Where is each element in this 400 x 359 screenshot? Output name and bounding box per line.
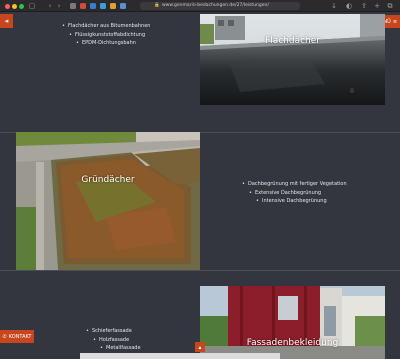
kontakt-button[interactable]: ✆ KONTAKT xyxy=(0,330,34,343)
back-button[interactable]: ◂ xyxy=(0,14,13,28)
back-arrow-icon[interactable]: ‹ xyxy=(46,2,54,10)
minimize-window-button[interactable] xyxy=(12,3,17,9)
list-item: Holzfassade xyxy=(93,336,141,345)
hamburger-icon: ≡ xyxy=(392,18,398,25)
favorite-site-icon[interactable] xyxy=(80,3,86,9)
list-item: Dachbegrünung mit fertiger Vegetation xyxy=(242,180,347,189)
list-item: Extensive Dachbegrünung xyxy=(249,189,347,198)
gruendaecher-image[interactable]: Gründächer xyxy=(16,132,200,270)
page-content: ◂ MENÜ ≡ Flachdächer aus Bitumenbahnen F… xyxy=(0,12,400,359)
flachdaecher-label: Flachdächer xyxy=(265,36,320,46)
favorite-site-icon[interactable] xyxy=(100,3,106,9)
extensions-icon[interactable]: ◐ xyxy=(345,2,353,10)
list-item: Flachdächer aus Bitumenbahnen xyxy=(62,22,150,31)
kontakt-label: KONTAKT xyxy=(8,333,32,340)
list-item: Flüssigkunststoffabdichtung xyxy=(69,31,150,40)
lock-icon: 🔒 xyxy=(154,3,160,8)
fassaden-image[interactable]: Fassadenbekleidung xyxy=(200,286,385,359)
zoom-window-button[interactable] xyxy=(19,3,24,9)
phone-icon: ✆ xyxy=(2,333,7,340)
new-tab-icon[interactable]: + xyxy=(373,2,381,10)
chevron-left-icon: ◂ xyxy=(4,17,9,25)
share-icon[interactable]: ⇪ xyxy=(360,2,368,10)
forward-arrow-icon[interactable]: › xyxy=(55,2,63,10)
gruendaecher-label: Gründächer xyxy=(81,175,135,185)
bookmark-icon[interactable] xyxy=(70,3,76,9)
close-window-button[interactable] xyxy=(5,3,10,9)
download-icon[interactable]: ↓ xyxy=(330,2,338,10)
favorite-site-icon[interactable] xyxy=(110,3,116,9)
fassaden-list: Schieferfassade Holzfassade Metallfassad… xyxy=(86,327,141,353)
list-item: EPDM-Dichtungsbahn xyxy=(76,39,150,48)
browser-toolbar: ▢ ‹ › 🔒 www.genmarin-bedachungen.de/27/l… xyxy=(0,0,400,12)
gruendaecher-list: Dachbegrünung mit fertiger Vegetation Ex… xyxy=(242,180,347,206)
tab-overview-icon[interactable]: ⧉ xyxy=(386,2,394,10)
page-footer-strip xyxy=(80,353,280,359)
favorite-site-icon[interactable] xyxy=(90,3,96,9)
flachdaecher-image[interactable]: Flachdächer xyxy=(200,14,385,105)
favorite-site-icon[interactable] xyxy=(120,3,126,9)
scroll-to-top-button[interactable]: ▴ xyxy=(195,342,205,352)
fassaden-label: Fassadenbekleidung xyxy=(246,338,339,348)
section-divider xyxy=(0,270,400,271)
url-text: www.genmarin-bedachungen.de/27/leistunge… xyxy=(162,3,269,8)
address-bar[interactable]: 🔒 www.genmarin-bedachungen.de/27/leistun… xyxy=(140,2,300,10)
list-item: Metallfassade xyxy=(100,344,140,353)
flachdaecher-list: Flachdächer aus Bitumenbahnen Flüssigkun… xyxy=(62,22,150,48)
list-item: Intensive Dachbegrünung xyxy=(256,197,347,206)
list-item: Schieferfassade xyxy=(86,327,141,336)
chevron-up-icon: ▴ xyxy=(198,343,202,351)
sidebar-toggle-icon[interactable]: ▢ xyxy=(28,2,36,10)
